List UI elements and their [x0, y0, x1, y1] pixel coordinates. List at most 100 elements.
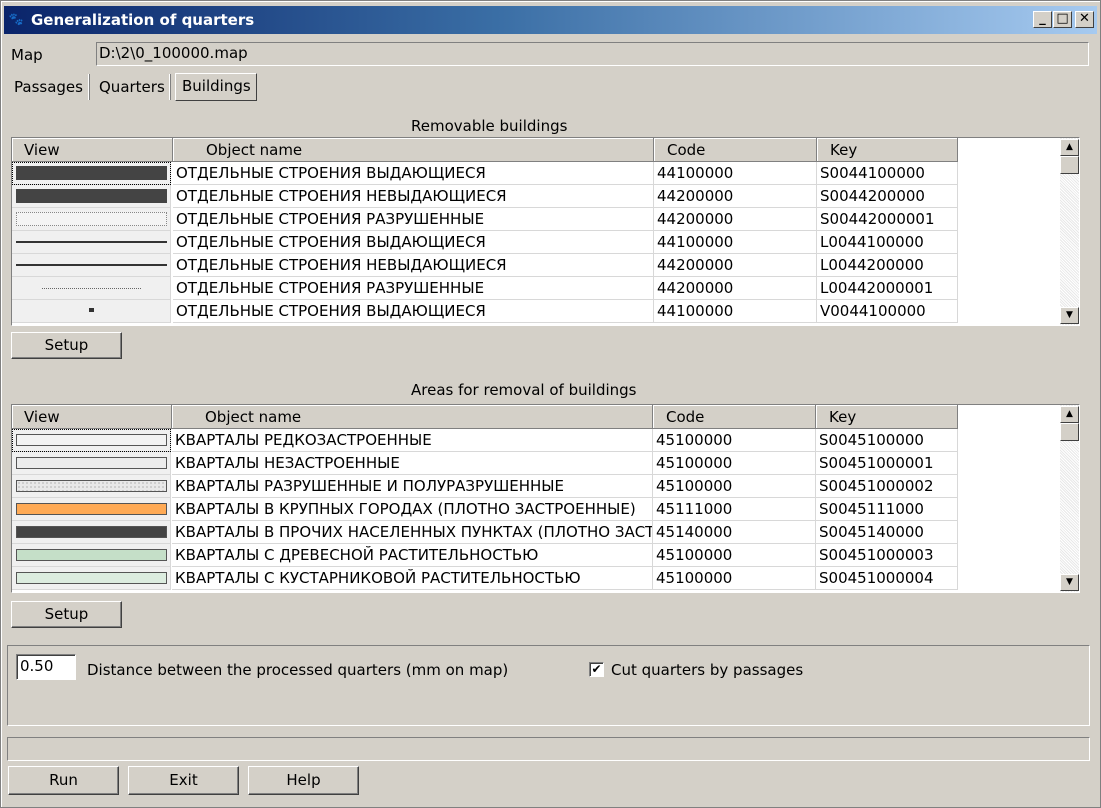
tab-buildings[interactable]: Buildings	[175, 73, 257, 101]
removable-buildings-table[interactable]: View Object name Code Key ОТДЕЛЬНЫЕ СТРО…	[11, 137, 1080, 326]
areas-setup-button[interactable]: Setup	[11, 601, 122, 628]
close-button[interactable]: ✕	[1075, 11, 1094, 28]
run-button[interactable]: Run	[8, 766, 119, 795]
view-swatch	[12, 254, 171, 277]
main-window: 🐾 Generalization of quarters _ □ ✕ Map D…	[0, 0, 1101, 808]
code-cell: 44200000	[654, 185, 817, 208]
scroll-up-button[interactable]: ▲	[1060, 406, 1079, 423]
areas-caption: Areas for removal of buildings	[411, 381, 637, 399]
table-row[interactable]: КВАРТАЛЫ С ДРЕВЕСНОЙ РАСТИТЕЛЬНОСТЬЮ 4510…	[12, 544, 958, 567]
table-row[interactable]: ОТДЕЛЬНЫЕ СТРОЕНИЯ ВЫДАЮЩИЕСЯ 44100000 S00…	[12, 162, 958, 185]
object-name-cell: КВАРТАЛЫ С КУСТАРНИКОВОЙ РАСТИТЕЛЬНОСТЬЮ	[172, 567, 653, 590]
scroll-thumb[interactable]	[1060, 156, 1079, 174]
table-row[interactable]: КВАРТАЛЫ РАЗРУШЕННЫЕ И ПОЛУРАЗРУШЕННЫЕ 45…	[12, 475, 958, 498]
table-row[interactable]: ОТДЕЛЬНЫЕ СТРОЕНИЯ РАЗРУШЕННЫЕ 44200000 S0…	[12, 208, 958, 231]
object-name-cell: КВАРТАЛЫ В ПРОЧИХ НАСЕЛЕННЫХ ПУНКТАХ (ПЛ…	[172, 521, 653, 544]
column-header-object-name[interactable]: Object name	[172, 405, 653, 429]
scroll-thumb[interactable]	[1060, 423, 1079, 441]
view-swatch	[12, 231, 171, 254]
code-cell: 44100000	[654, 231, 817, 254]
tab-passages[interactable]: Passages	[14, 73, 83, 101]
tab-separator	[169, 74, 171, 100]
object-name-cell: ОТДЕЛЬНЫЕ СТРОЕНИЯ ВЫДАЮЩИЕСЯ	[173, 231, 654, 254]
maximize-button[interactable]: □	[1053, 11, 1072, 28]
options-group: 0.50 Distance between the processed quar…	[7, 645, 1090, 726]
code-cell: 44200000	[654, 277, 817, 300]
column-header-code[interactable]: Code	[653, 405, 816, 429]
object-name-cell: КВАРТАЛЫ РАЗРУШЕННЫЕ И ПОЛУРАЗРУШЕННЫЕ	[172, 475, 653, 498]
code-cell: 44200000	[654, 254, 817, 277]
column-header-key[interactable]: Key	[817, 138, 958, 162]
exit-button[interactable]: Exit	[128, 766, 239, 795]
key-cell: L0044100000	[817, 231, 958, 254]
table-row[interactable]: ОТДЕЛЬНЫЕ СТРОЕНИЯ РАЗРУШЕННЫЕ 44200000 L0…	[12, 277, 958, 300]
code-cell: 45100000	[653, 452, 816, 475]
table-row[interactable]: ОТДЕЛЬНЫЕ СТРОЕНИЯ НЕВЫДАЮЩИЕСЯ 44200000 S…	[12, 185, 958, 208]
column-header-key[interactable]: Key	[816, 405, 958, 429]
table-row[interactable]: КВАРТАЛЫ С КУСТАРНИКОВОЙ РАСТИТЕЛЬНОСТЬЮ…	[12, 567, 958, 590]
code-cell: 45100000	[653, 567, 816, 590]
view-swatch	[12, 498, 171, 521]
removable-scrollbar[interactable]: ▲ ▼	[1060, 138, 1079, 325]
code-cell: 44100000	[654, 162, 817, 185]
removable-caption: Removable buildings	[411, 117, 568, 135]
key-cell: S0045100000	[816, 429, 958, 452]
window-title: Generalization of quarters	[31, 11, 255, 29]
key-cell: S0045111000	[816, 498, 958, 521]
table-row[interactable]: КВАРТАЛЫ В ПРОЧИХ НАСЕЛЕННЫХ ПУНКТАХ (ПЛ…	[12, 521, 958, 544]
table-row[interactable]: ОТДЕЛЬНЫЕ СТРОЕНИЯ ВЫДАЮЩИЕСЯ 44100000 L00…	[12, 231, 958, 254]
minimize-button[interactable]: _	[1033, 11, 1052, 28]
column-header-view[interactable]: View	[12, 405, 172, 429]
tab-quarters[interactable]: Quarters	[99, 73, 165, 101]
key-cell: S00451000002	[816, 475, 958, 498]
view-swatch	[12, 162, 171, 185]
cut-quarters-checkbox[interactable]: ✔	[589, 662, 604, 677]
key-cell: S0045140000	[816, 521, 958, 544]
map-label: Map	[11, 46, 43, 64]
distance-label: Distance between the processed quarters …	[87, 661, 509, 679]
view-swatch	[12, 475, 171, 498]
object-name-cell: КВАРТАЛЫ НЕЗАСТРОЕННЫЕ	[172, 452, 653, 475]
removable-setup-button[interactable]: Setup	[11, 332, 122, 359]
distance-input[interactable]: 0.50	[16, 654, 76, 680]
key-cell: S00451000003	[816, 544, 958, 567]
object-name-cell: КВАРТАЛЫ С ДРЕВЕСНОЙ РАСТИТЕЛЬНОСТЬЮ	[172, 544, 653, 567]
column-header-view[interactable]: View	[12, 138, 173, 162]
object-name-cell: ОТДЕЛЬНЫЕ СТРОЕНИЯ РАЗРУШЕННЫЕ	[173, 277, 654, 300]
table-row[interactable]: ОТДЕЛЬНЫЕ СТРОЕНИЯ НЕВЫДАЮЩИЕСЯ 44200000 L…	[12, 254, 958, 277]
scroll-down-button[interactable]: ▼	[1060, 307, 1079, 324]
scroll-down-button[interactable]: ▼	[1060, 574, 1079, 591]
table-row[interactable]: КВАРТАЛЫ НЕЗАСТРОЕННЫЕ 45100000 S004510000…	[12, 452, 958, 475]
table-row[interactable]: КВАРТАЛЫ РЕДКОЗАСТРОЕННЫЕ 45100000 S004510…	[12, 429, 958, 452]
areas-scrollbar[interactable]: ▲ ▼	[1060, 405, 1079, 592]
column-header-object-name[interactable]: Object name	[173, 138, 654, 162]
scroll-up-button[interactable]: ▲	[1060, 139, 1079, 156]
key-cell: S0044100000	[817, 162, 958, 185]
code-cell: 45100000	[653, 475, 816, 498]
view-swatch	[12, 185, 171, 208]
key-cell: S0044200000	[817, 185, 958, 208]
code-cell: 45111000	[653, 498, 816, 521]
object-name-cell: КВАРТАЛЫ В КРУПНЫХ ГОРОДАХ (ПЛОТНО ЗАСТР…	[172, 498, 653, 521]
object-name-cell: КВАРТАЛЫ РЕДКОЗАСТРОЕННЫЕ	[172, 429, 653, 452]
view-swatch	[12, 521, 171, 544]
title-bar[interactable]: 🐾 Generalization of quarters _ □ ✕	[4, 6, 1097, 34]
key-cell: S00442000001	[817, 208, 958, 231]
object-name-cell: ОТДЕЛЬНЫЕ СТРОЕНИЯ РАЗРУШЕННЫЕ	[173, 208, 654, 231]
object-name-cell: ОТДЕЛЬНЫЕ СТРОЕНИЯ ВЫДАЮЩИЕСЯ	[173, 162, 654, 185]
help-button[interactable]: Help	[248, 766, 359, 795]
view-swatch	[12, 452, 171, 475]
areas-table[interactable]: View Object name Code Key КВАРТАЛЫ РЕДКО…	[11, 404, 1080, 593]
cut-quarters-label: Cut quarters by passages	[611, 661, 804, 679]
key-cell: S00451000001	[816, 452, 958, 475]
map-path-field: D:\2\0_100000.map	[96, 42, 1089, 66]
object-name-cell: ОТДЕЛЬНЫЕ СТРОЕНИЯ ВЫДАЮЩИЕСЯ	[173, 300, 654, 323]
table-row[interactable]: ОТДЕЛЬНЫЕ СТРОЕНИЯ ВЫДАЮЩИЕСЯ 44100000 V00…	[12, 300, 958, 323]
column-header-code[interactable]: Code	[654, 138, 817, 162]
code-cell: 45100000	[653, 429, 816, 452]
code-cell: 45100000	[653, 544, 816, 567]
table-row[interactable]: КВАРТАЛЫ В КРУПНЫХ ГОРОДАХ (ПЛОТНО ЗАСТР…	[12, 498, 958, 521]
code-cell: 44200000	[654, 208, 817, 231]
status-bar	[7, 737, 1090, 761]
key-cell: L0044200000	[817, 254, 958, 277]
